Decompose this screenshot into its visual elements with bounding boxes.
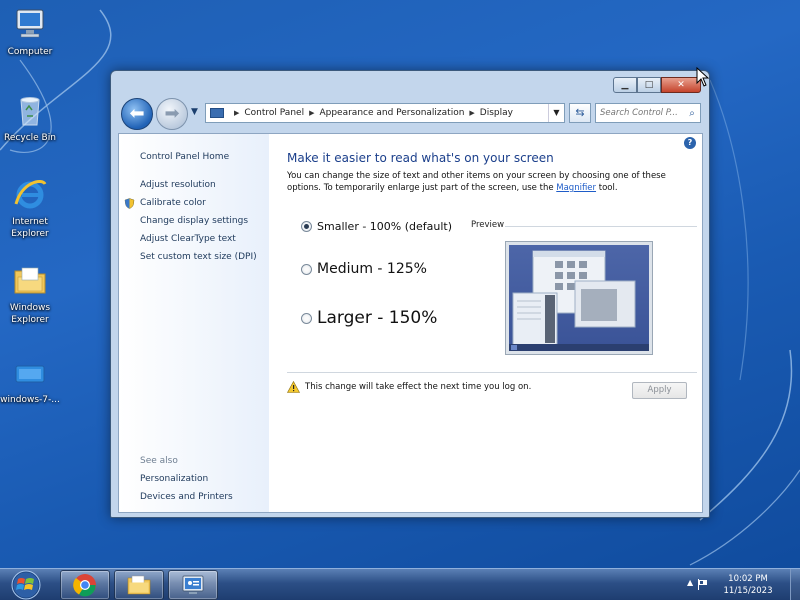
calibrate-color-link[interactable]: Calibrate color <box>140 198 206 208</box>
recent-pages-dropdown[interactable]: ▼ <box>191 107 198 117</box>
breadcrumb-control-panel[interactable]: Control Panel <box>244 108 304 118</box>
content-divider <box>287 372 697 373</box>
mouse-cursor-icon <box>696 67 710 87</box>
start-button[interactable] <box>6 569 46 600</box>
show-desktop-button[interactable] <box>790 569 800 600</box>
desktop-icon-label: Computer <box>7 47 53 57</box>
page-description: You can change the size of text and othe… <box>287 170 687 194</box>
desktop-icon-label: Windows Explorer <box>9 303 51 325</box>
file-icon <box>15 365 45 383</box>
desktop-icon-label: Recycle Bin <box>4 133 56 143</box>
folder-icon <box>127 575 151 595</box>
preview-label: Preview <box>471 220 505 230</box>
client-area: Control Panel Home Adjust resolution Cal… <box>118 133 703 513</box>
desktop-icon-label: Internet Explorer <box>11 217 49 239</box>
chevron-right-icon: ▶ <box>469 109 475 117</box>
option-medium[interactable]: Medium - 125% <box>301 261 427 277</box>
taskbar-chrome-button[interactable] <box>60 570 110 600</box>
show-hidden-icons-button[interactable]: ▲ <box>687 578 693 587</box>
option-label: Larger - 150% <box>317 308 438 328</box>
set-custom-text-size-link[interactable]: Set custom text size (DPI) <box>140 252 257 262</box>
desktop-icon-internet-explorer[interactable]: Internet Explorer <box>0 176 65 240</box>
minimize-button[interactable]: ▁ <box>613 77 637 93</box>
apply-button[interactable]: Apply <box>632 382 687 399</box>
search-placeholder: Search Control P... <box>600 108 678 118</box>
desktop-icon-label: windows-7-... <box>0 395 60 405</box>
control-panel-icon <box>182 575 204 594</box>
option-label: Smaller - 100% (default) <box>317 220 453 233</box>
system-tray: ▲ 10:02 PM 11/15/2023 <box>685 569 800 600</box>
taskbar-explorer-button[interactable] <box>114 570 164 600</box>
forward-button[interactable]: ➡ <box>156 98 188 130</box>
magnifier-link[interactable]: Magnifier <box>556 183 596 193</box>
option-larger[interactable]: Larger - 150% <box>301 308 437 328</box>
preview-illustration <box>509 250 649 351</box>
control-panel-icon <box>210 108 224 118</box>
change-display-settings-link[interactable]: Change display settings <box>140 216 248 226</box>
close-button[interactable]: ✕ <box>661 77 701 93</box>
left-pane: Control Panel Home Adjust resolution Cal… <box>119 134 269 512</box>
navigation-bar: ⬅ ➡ ▼ ▶ Control Panel ▶ Appearance and P… <box>119 97 701 131</box>
radio-button[interactable] <box>301 312 312 324</box>
search-input[interactable]: Search Control P... ⌕ <box>595 103 701 123</box>
action-center-flag-icon[interactable] <box>697 579 709 590</box>
windows-start-icon <box>11 570 41 600</box>
desktop-icon-windows-explorer[interactable]: Windows Explorer <box>0 262 65 326</box>
taskbar-control-panel-button[interactable] <box>168 570 218 600</box>
refresh-button[interactable]: ⇆ <box>569 103 591 123</box>
chrome-icon <box>73 574 96 597</box>
see-also-heading: See also <box>140 456 178 466</box>
desktop-icon-file[interactable]: windows-7-... <box>0 354 65 406</box>
desktop-icon-computer[interactable]: Computer <box>0 6 65 58</box>
adjust-cleartype-link[interactable]: Adjust ClearType text <box>140 234 236 244</box>
radio-button[interactable] <box>301 263 312 275</box>
internet-explorer-icon <box>14 180 47 209</box>
chevron-right-icon: ▶ <box>309 109 315 117</box>
control-panel-home-link[interactable]: Control Panel Home <box>140 152 229 162</box>
clock-date: 11/15/2023 <box>723 586 773 596</box>
option-label: Medium - 125% <box>317 261 427 277</box>
breadcrumb-appearance[interactable]: Appearance and Personalization <box>319 108 464 118</box>
forward-arrow-icon: ➡ <box>164 103 180 124</box>
radio-button[interactable] <box>301 221 312 232</box>
address-dropdown[interactable]: ▼ <box>548 104 564 122</box>
devices-and-printers-link[interactable]: Devices and Printers <box>140 492 233 502</box>
windows-explorer-icon <box>14 267 46 294</box>
preview-image <box>505 241 653 355</box>
description-text-end: tool. <box>596 183 618 193</box>
back-arrow-icon: ⬅ <box>129 103 145 124</box>
breadcrumb-display[interactable]: Display <box>480 108 513 118</box>
control-panel-window: ▁ □ ✕ ⬅ ➡ ▼ ▶ Control Panel ▶ Appearance… <box>110 70 710 518</box>
page-title: Make it easier to read what's on your sc… <box>287 151 554 165</box>
taskbar: ▲ 10:02 PM 11/15/2023 <box>0 568 800 600</box>
computer-icon <box>16 9 44 38</box>
taskbar-clock[interactable]: 10:02 PM 11/15/2023 <box>713 573 783 597</box>
warning-icon <box>287 381 300 393</box>
back-button[interactable]: ⬅ <box>121 98 153 130</box>
chevron-right-icon: ▶ <box>234 109 240 117</box>
recycle-bin-icon <box>20 97 40 126</box>
shield-icon <box>124 198 135 209</box>
personalization-link[interactable]: Personalization <box>140 474 208 484</box>
search-icon[interactable]: ⌕ <box>684 108 700 119</box>
window-controls: ▁ □ ✕ <box>613 77 701 93</box>
logon-warning: This change will take effect the next ti… <box>287 381 531 393</box>
warning-text: This change will take effect the next ti… <box>305 382 532 392</box>
maximize-button[interactable]: □ <box>637 77 661 93</box>
preview-screen <box>509 245 649 351</box>
option-smaller[interactable]: Smaller - 100% (default) <box>301 220 452 233</box>
address-bar[interactable]: ▶ Control Panel ▶ Appearance and Persona… <box>205 103 565 123</box>
desktop-icon-recycle-bin[interactable]: Recycle Bin <box>0 92 65 144</box>
adjust-resolution-link[interactable]: Adjust resolution <box>140 180 216 190</box>
clock-time: 10:02 PM <box>728 574 768 584</box>
preview-divider <box>505 226 697 227</box>
refresh-icon: ⇆ <box>575 106 585 119</box>
main-content: Make it easier to read what's on your sc… <box>287 134 697 512</box>
